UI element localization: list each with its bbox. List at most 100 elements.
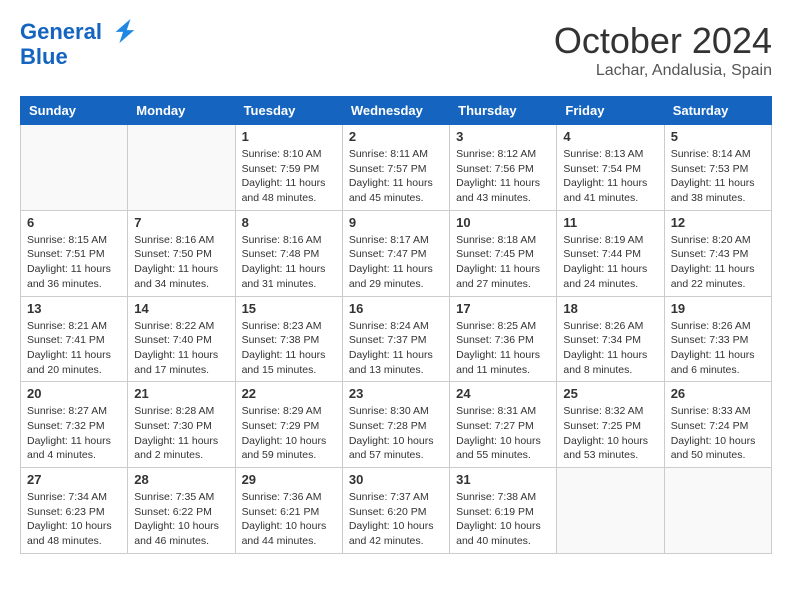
- day-number: 4: [563, 129, 657, 144]
- calendar-cell: 19 Sunrise: 8:26 AMSunset: 7:33 PMDayligh…: [664, 296, 771, 382]
- day-number: 13: [27, 301, 121, 316]
- calendar-cell: 15Sunrise: 8:23 AMSunset: 7:38 PMDayligh…: [235, 296, 342, 382]
- day-info: Sunrise: 8:15 AMSunset: 7:51 PMDaylight:…: [27, 233, 121, 292]
- calendar-cell: 30 Sunrise: 7:37 AMSunset: 6:20 PMDayligh…: [342, 468, 449, 554]
- calendar-cell: 23 Sunrise: 8:30 AMSunset: 7:28 PMDayligh…: [342, 382, 449, 468]
- day-number: 29: [242, 472, 336, 487]
- day-info: Sunrise: 8:14 AMSunset: 7:53 PMDaylight:…: [671, 147, 765, 206]
- day-number: 11: [563, 215, 657, 230]
- day-number: 28: [134, 472, 228, 487]
- calendar-cell: 28 Sunrise: 7:35 AMSunset: 6:22 PMDayligh…: [128, 468, 235, 554]
- day-info: Sunrise: 7:36 AMSunset: 6:21 PMDaylight:…: [242, 490, 336, 549]
- day-info: Sunrise: 8:31 AMSunset: 7:27 PMDaylight:…: [456, 404, 550, 463]
- calendar-week-row: 20 Sunrise: 8:27 AMSunset: 7:32 PMDayligh…: [21, 382, 772, 468]
- calendar-cell: 25 Sunrise: 8:32 AMSunset: 7:25 PMDayligh…: [557, 382, 664, 468]
- location: Lachar, Andalusia, Spain: [554, 62, 772, 80]
- day-info: Sunrise: 8:27 AMSunset: 7:32 PMDaylight:…: [27, 404, 121, 463]
- month-title: October 2024: [554, 20, 772, 62]
- calendar-week-row: 27 Sunrise: 7:34 AMSunset: 6:23 PMDayligh…: [21, 468, 772, 554]
- day-info: Sunrise: 8:23 AMSunset: 7:38 PMDaylight:…: [242, 319, 336, 378]
- day-info: Sunrise: 7:38 AMSunset: 6:19 PMDaylight:…: [456, 490, 550, 549]
- page-header: General Blue October 2024 Lachar, Andalu…: [20, 20, 772, 80]
- day-info: Sunrise: 8:30 AMSunset: 7:28 PMDaylight:…: [349, 404, 443, 463]
- day-number: 24: [456, 386, 550, 401]
- calendar-cell: [557, 468, 664, 554]
- day-info: Sunrise: 7:37 AMSunset: 6:20 PMDaylight:…: [349, 490, 443, 549]
- calendar-cell: [128, 125, 235, 211]
- calendar-cell: 4 Sunrise: 8:13 AMSunset: 7:54 PMDaylight…: [557, 125, 664, 211]
- calendar-week-row: 13Sunrise: 8:21 AMSunset: 7:41 PMDayligh…: [21, 296, 772, 382]
- day-number: 2: [349, 129, 443, 144]
- logo-text: General Blue: [20, 20, 138, 69]
- calendar-cell: 17Sunrise: 8:25 AMSunset: 7:36 PMDayligh…: [450, 296, 557, 382]
- calendar-cell: 16Sunrise: 8:24 AMSunset: 7:37 PMDayligh…: [342, 296, 449, 382]
- weekday-header-row: SundayMondayTuesdayWednesdayThursdayFrid…: [21, 97, 772, 125]
- day-number: 23: [349, 386, 443, 401]
- weekday-header: Monday: [128, 97, 235, 125]
- day-number: 12: [671, 215, 765, 230]
- day-info: Sunrise: 8:28 AMSunset: 7:30 PMDaylight:…: [134, 404, 228, 463]
- calendar-table: SundayMondayTuesdayWednesdayThursdayFrid…: [20, 96, 772, 554]
- day-info: Sunrise: 8:26 AMSunset: 7:33 PMDaylight:…: [671, 319, 765, 378]
- calendar-cell: 27 Sunrise: 7:34 AMSunset: 6:23 PMDayligh…: [21, 468, 128, 554]
- calendar-cell: 20 Sunrise: 8:27 AMSunset: 7:32 PMDayligh…: [21, 382, 128, 468]
- calendar-cell: 7 Sunrise: 8:16 AMSunset: 7:50 PMDaylight…: [128, 210, 235, 296]
- day-info: Sunrise: 8:16 AMSunset: 7:48 PMDaylight:…: [242, 233, 336, 292]
- calendar-cell: 21Sunrise: 8:28 AMSunset: 7:30 PMDayligh…: [128, 382, 235, 468]
- day-info: Sunrise: 8:25 AMSunset: 7:36 PMDaylight:…: [456, 319, 550, 378]
- calendar-week-row: 1Sunrise: 8:10 AMSunset: 7:59 PMDaylight…: [21, 125, 772, 211]
- day-info: Sunrise: 8:16 AMSunset: 7:50 PMDaylight:…: [134, 233, 228, 292]
- calendar-cell: 3Sunrise: 8:12 AMSunset: 7:56 PMDaylight…: [450, 125, 557, 211]
- day-number: 22: [242, 386, 336, 401]
- calendar-cell: 24 Sunrise: 8:31 AMSunset: 7:27 PMDayligh…: [450, 382, 557, 468]
- day-info: Sunrise: 8:19 AMSunset: 7:44 PMDaylight:…: [563, 233, 657, 292]
- day-number: 30: [349, 472, 443, 487]
- day-number: 5: [671, 129, 765, 144]
- day-number: 25: [563, 386, 657, 401]
- day-number: 27: [27, 472, 121, 487]
- day-info: Sunrise: 7:35 AMSunset: 6:22 PMDaylight:…: [134, 490, 228, 549]
- calendar-cell: 29 Sunrise: 7:36 AMSunset: 6:21 PMDayligh…: [235, 468, 342, 554]
- day-info: Sunrise: 8:33 AMSunset: 7:24 PMDaylight:…: [671, 404, 765, 463]
- calendar-week-row: 6 Sunrise: 8:15 AMSunset: 7:51 PMDaylight…: [21, 210, 772, 296]
- day-info: Sunrise: 8:20 AMSunset: 7:43 PMDaylight:…: [671, 233, 765, 292]
- day-info: Sunrise: 8:18 AMSunset: 7:45 PMDaylight:…: [456, 233, 550, 292]
- title-block: October 2024 Lachar, Andalusia, Spain: [554, 20, 772, 80]
- day-info: Sunrise: 8:32 AMSunset: 7:25 PMDaylight:…: [563, 404, 657, 463]
- weekday-header: Tuesday: [235, 97, 342, 125]
- weekday-header: Friday: [557, 97, 664, 125]
- day-number: 26: [671, 386, 765, 401]
- calendar-cell: 11 Sunrise: 8:19 AMSunset: 7:44 PMDayligh…: [557, 210, 664, 296]
- day-number: 14: [134, 301, 228, 316]
- calendar-cell: [664, 468, 771, 554]
- weekday-header: Sunday: [21, 97, 128, 125]
- day-number: 7: [134, 215, 228, 230]
- day-info: Sunrise: 8:29 AMSunset: 7:29 PMDaylight:…: [242, 404, 336, 463]
- day-info: Sunrise: 8:17 AMSunset: 7:47 PMDaylight:…: [349, 233, 443, 292]
- day-number: 6: [27, 215, 121, 230]
- logo: General Blue: [20, 20, 138, 69]
- weekday-header: Saturday: [664, 97, 771, 125]
- day-number: 9: [349, 215, 443, 230]
- day-number: 10: [456, 215, 550, 230]
- calendar-cell: 14 Sunrise: 8:22 AMSunset: 7:40 PMDayligh…: [128, 296, 235, 382]
- calendar-cell: 6 Sunrise: 8:15 AMSunset: 7:51 PMDaylight…: [21, 210, 128, 296]
- calendar-cell: 18Sunrise: 8:26 AMSunset: 7:34 PMDayligh…: [557, 296, 664, 382]
- calendar-cell: 5 Sunrise: 8:14 AMSunset: 7:53 PMDaylight…: [664, 125, 771, 211]
- weekday-header: Thursday: [450, 97, 557, 125]
- calendar-cell: 31 Sunrise: 7:38 AMSunset: 6:19 PMDayligh…: [450, 468, 557, 554]
- day-info: Sunrise: 7:34 AMSunset: 6:23 PMDaylight:…: [27, 490, 121, 549]
- calendar-cell: 8 Sunrise: 8:16 AMSunset: 7:48 PMDaylight…: [235, 210, 342, 296]
- calendar-cell: 13Sunrise: 8:21 AMSunset: 7:41 PMDayligh…: [21, 296, 128, 382]
- day-number: 3: [456, 129, 550, 144]
- day-info: Sunrise: 8:22 AMSunset: 7:40 PMDaylight:…: [134, 319, 228, 378]
- day-number: 19: [671, 301, 765, 316]
- calendar-cell: 10 Sunrise: 8:18 AMSunset: 7:45 PMDayligh…: [450, 210, 557, 296]
- day-number: 8: [242, 215, 336, 230]
- day-number: 20: [27, 386, 121, 401]
- calendar-cell: 2Sunrise: 8:11 AMSunset: 7:57 PMDaylight…: [342, 125, 449, 211]
- calendar-cell: [21, 125, 128, 211]
- day-info: Sunrise: 8:13 AMSunset: 7:54 PMDaylight:…: [563, 147, 657, 206]
- calendar-cell: 12 Sunrise: 8:20 AMSunset: 7:43 PMDayligh…: [664, 210, 771, 296]
- day-number: 31: [456, 472, 550, 487]
